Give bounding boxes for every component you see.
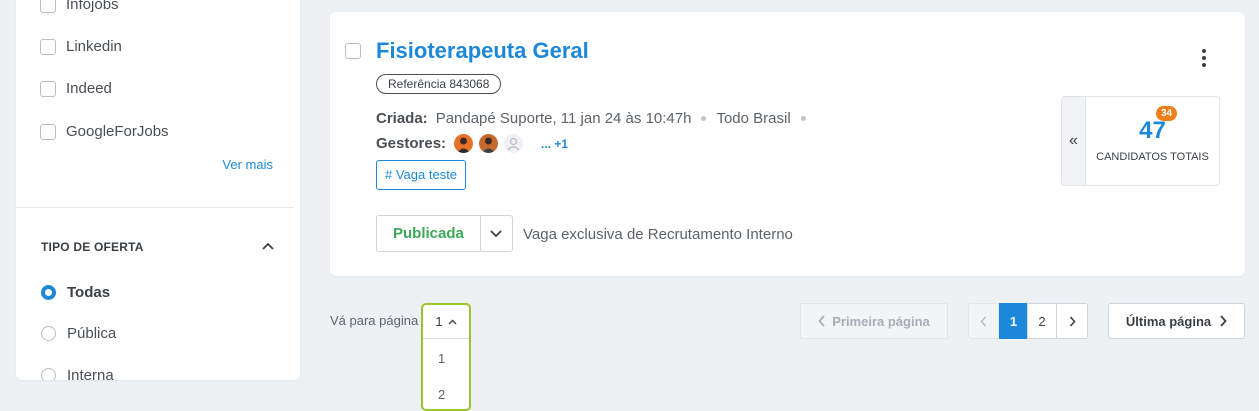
last-page-button[interactable]: Última página: [1108, 303, 1245, 339]
location: Todo Brasil: [716, 110, 791, 127]
offer-type-option-publica[interactable]: Pública: [41, 325, 116, 342]
offer-type-title: TIPO DE OFERTA: [41, 240, 144, 254]
candidates-summary[interactable]: « 34 47 CANDIDATOS TOTAIS: [1061, 96, 1220, 186]
chevron-left-icon: [980, 316, 987, 326]
chevron-up-icon[interactable]: [262, 241, 274, 253]
goto-page-option[interactable]: 1: [423, 351, 469, 366]
divider: [16, 207, 294, 208]
created-value: Pandapé Suporte, 11 jan 24 às 10:47h: [435, 110, 692, 127]
checkbox[interactable]: [40, 123, 56, 140]
chevron-right-icon: [1069, 315, 1076, 327]
see-more-link[interactable]: Ver mais: [222, 157, 273, 172]
offer-type-option-todas[interactable]: Todas: [41, 284, 110, 301]
previous-page-button[interactable]: [968, 303, 999, 339]
more-options-icon[interactable]: [1201, 49, 1207, 67]
filter-source-infojobs[interactable]: Infojobs: [40, 0, 119, 13]
job-card: Fisioterapeuta Geral Referência 843068 C…: [330, 12, 1245, 276]
reference-badge: Referência 843068: [376, 74, 502, 94]
goto-page-option[interactable]: 2: [423, 387, 469, 402]
managers-row: Gestores: ... +1: [376, 134, 568, 153]
created-label: Criada:: [376, 110, 428, 127]
avatar[interactable]: [454, 134, 474, 153]
exclusive-note: Vaga exclusiva de Recrutamento Interno: [523, 226, 793, 243]
job-meta-row: Criada: Pandapé Suporte, 11 jan 24 às 10…: [376, 110, 816, 127]
filter-source-label: GoogleForJobs: [66, 123, 169, 140]
goto-page-current[interactable]: 1: [423, 305, 469, 339]
next-page-button[interactable]: [1056, 303, 1088, 339]
checkbox[interactable]: [40, 80, 56, 97]
offer-type-option-label: Pública: [67, 325, 117, 342]
more-managers-link[interactable]: ... +1: [541, 137, 568, 151]
candidates-label: CANDIDATOS TOTAIS: [1096, 151, 1209, 163]
job-select-checkbox[interactable]: [345, 43, 361, 59]
last-page-label: Última página: [1125, 313, 1212, 329]
filters-sidebar: Infojobs Linkedin Indeed GoogleForJobs V…: [16, 0, 300, 380]
offer-type-option-interna[interactable]: Interna: [41, 367, 114, 380]
separator-dot: [800, 116, 806, 121]
filter-source-label: Indeed: [66, 80, 112, 97]
goto-page-label: Vá para página: [330, 313, 419, 328]
radio-button[interactable]: [41, 285, 56, 300]
checkbox[interactable]: [40, 0, 56, 13]
first-page-button[interactable]: Primeira página: [800, 303, 948, 339]
page-button-2[interactable]: 2: [1027, 303, 1057, 339]
radio-button[interactable]: [41, 368, 56, 380]
job-tag[interactable]: # Vaga teste: [376, 160, 467, 190]
filter-source-indeed[interactable]: Indeed: [40, 80, 112, 97]
separator-dot: [701, 116, 707, 121]
avatar[interactable]: [479, 134, 499, 153]
filter-source-googleforjobs[interactable]: GoogleForJobs: [40, 123, 169, 140]
job-title[interactable]: Fisioterapeuta Geral: [376, 38, 589, 64]
chevron-right-icon: [1220, 315, 1227, 327]
chevron-down-icon[interactable]: [479, 216, 512, 251]
candidates-body[interactable]: 34 47 CANDIDATOS TOTAIS: [1086, 97, 1219, 185]
offer-type-option-label: Interna: [67, 367, 114, 380]
offer-type-option-label: Todas: [67, 284, 111, 301]
chevron-left-icon: [818, 315, 825, 327]
first-page-label: Primeira página: [832, 313, 930, 329]
page-button-1[interactable]: 1: [999, 303, 1028, 339]
status-button[interactable]: Publicada: [377, 216, 480, 251]
goto-page-select[interactable]: 1 1 2: [421, 303, 471, 411]
status-dropdown[interactable]: Publicada: [376, 215, 513, 252]
chevron-up-icon: [448, 319, 457, 324]
goto-page-value: 1: [435, 314, 443, 329]
filter-source-label: Linkedin: [66, 38, 122, 55]
radio-button[interactable]: [41, 326, 56, 341]
double-chevron-left-icon[interactable]: «: [1062, 97, 1086, 185]
candidates-total: 47: [1139, 117, 1166, 144]
filter-source-label: Infojobs: [66, 0, 119, 13]
filter-source-linkedin[interactable]: Linkedin: [40, 38, 122, 55]
avatar-placeholder-icon[interactable]: [504, 134, 524, 153]
managers-label: Gestores:: [376, 135, 447, 152]
checkbox[interactable]: [40, 38, 56, 55]
